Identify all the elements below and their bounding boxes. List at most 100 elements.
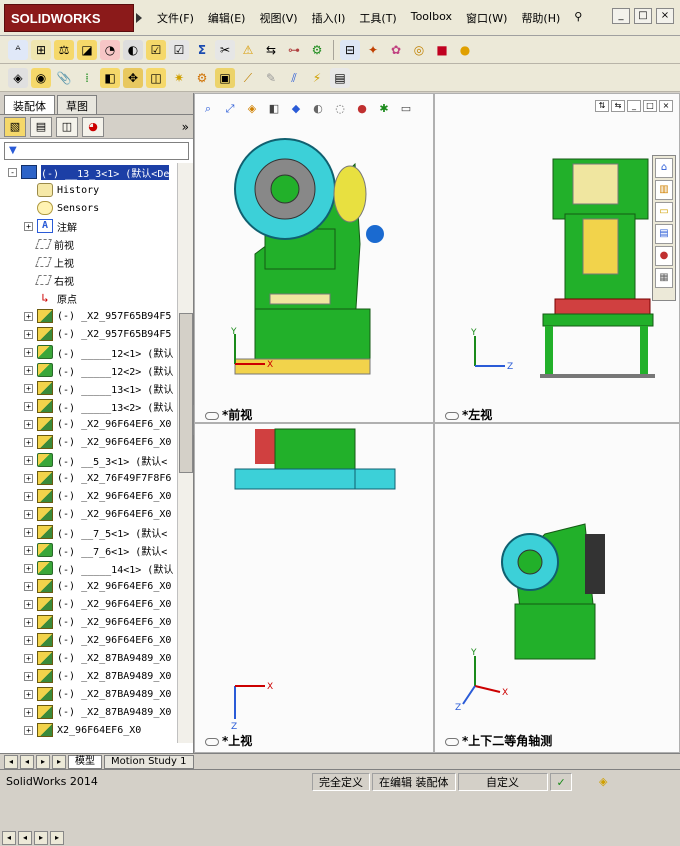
- tab-sketch[interactable]: 草图: [57, 95, 97, 114]
- expand-icon[interactable]: +: [24, 329, 33, 339]
- minimize-button[interactable]: _: [612, 8, 630, 24]
- viewport-front[interactable]: ⌕ ⤢ ◈ ◧ ◆ ◐ ◌ ● ✱ ▭ Y X *前视: [194, 93, 434, 423]
- warning-icon[interactable]: ⚠: [238, 40, 258, 60]
- tree-item[interactable]: + (-) _X2_96F64EF6_X0: [0, 595, 178, 613]
- tree-item[interactable]: + (-) _X2_957F65B94F5: [0, 325, 178, 343]
- menu-tools[interactable]: 工具(T): [352, 8, 403, 28]
- interference-icon[interactable]: ✂: [215, 39, 235, 60]
- check-icon[interactable]: ☑: [146, 39, 166, 60]
- menu-insert[interactable]: 插入(I): [305, 8, 353, 28]
- tree-item[interactable]: + (-) _X2_87BA9489_X0: [0, 649, 178, 667]
- mass-properties-icon[interactable]: ⚖: [54, 39, 74, 60]
- tab-motion-study[interactable]: Motion Study 1: [104, 754, 194, 769]
- expand-icon[interactable]: +: [24, 221, 33, 231]
- tab-scroll-prev-icon[interactable]: ◂: [20, 754, 34, 769]
- expand-icon[interactable]: +: [24, 617, 33, 627]
- property-manager-icon[interactable]: ▤: [30, 116, 52, 137]
- scroll-prev-icon[interactable]: ◂: [18, 831, 32, 845]
- tree-item[interactable]: + (-) _X2_957F65B94F5: [0, 307, 178, 325]
- gauge-icon[interactable]: ◔: [100, 39, 120, 60]
- tree-item[interactable]: 右视: [0, 271, 178, 289]
- expand-icon[interactable]: +: [24, 311, 33, 321]
- tree-item[interactable]: + (-) _X2_96F64EF6_X0: [0, 415, 178, 433]
- clearance-icon[interactable]: ⇆: [261, 40, 281, 60]
- pin-icon[interactable]: ⚲: [567, 8, 589, 28]
- expand-icon[interactable]: +: [24, 581, 33, 591]
- tree-item[interactable]: + (-) _X2_87BA9489_X0: [0, 667, 178, 685]
- tree-item[interactable]: + (-) _____13<2> (默认: [0, 397, 178, 415]
- compare-icon[interactable]: ⚙: [307, 40, 327, 60]
- snapshot-icon[interactable]: ▤: [330, 67, 350, 88]
- speedpak-icon[interactable]: ⚡: [307, 68, 327, 88]
- tab-scroll-last-icon[interactable]: ▸: [52, 754, 66, 769]
- tree-item[interactable]: + X2_96F64EF6_X0: [0, 721, 178, 739]
- expand-icon[interactable]: +: [24, 491, 33, 501]
- tree-item[interactable]: + (-) _____13<1> (默认: [0, 379, 178, 397]
- tree-item[interactable]: + (-) _X2_96F64EF6_X0: [0, 613, 178, 631]
- move-component-icon[interactable]: ✥: [123, 67, 143, 88]
- tree-item[interactable]: Sensors: [0, 199, 178, 217]
- tree-item[interactable]: + (-) _____14<1> (默认: [0, 559, 178, 577]
- menu-window[interactable]: 窗口(W): [459, 8, 514, 28]
- feature-works-icon[interactable]: ✦: [363, 40, 383, 60]
- tree-vertical-scrollbar[interactable]: [177, 163, 193, 743]
- measure-icon[interactable]: ⊞: [31, 39, 51, 60]
- tree-item[interactable]: - (-) __13_3<1> (默认<De: [0, 163, 178, 181]
- expand-icon[interactable]: +: [24, 599, 33, 609]
- tree-item[interactable]: + (-) _X2_96F64EF6_X0: [0, 433, 178, 451]
- expand-icon[interactable]: +: [24, 365, 33, 375]
- expand-icon[interactable]: +: [24, 473, 33, 483]
- spell-check-icon[interactable]: ᴬ: [8, 39, 28, 60]
- costing-icon[interactable]: ◎: [409, 40, 429, 60]
- viewport-iso[interactable]: Y X Z *上下二等角轴测: [434, 423, 680, 753]
- tab-scroll-next-icon[interactable]: ▸: [36, 754, 50, 769]
- tab-scroll-first-icon[interactable]: ◂: [4, 754, 18, 769]
- status-custom[interactable]: 自定义: [457, 772, 548, 791]
- expand-icon[interactable]: +: [24, 689, 33, 699]
- hole-align-icon[interactable]: ⊶: [284, 40, 304, 60]
- expand-icon[interactable]: +: [24, 437, 33, 447]
- tree-item[interactable]: + (-) _____12<1> (默认: [0, 343, 178, 361]
- viewport-top[interactable]: Z X *上视: [194, 423, 434, 753]
- import-diagnostics-icon[interactable]: ⊟: [340, 39, 360, 60]
- section-properties-icon[interactable]: ◪: [77, 39, 97, 60]
- check-disabled-icon[interactable]: ☑: [169, 39, 189, 60]
- insert-component-icon[interactable]: ◈: [8, 67, 28, 88]
- expand-icon[interactable]: +: [24, 419, 33, 429]
- expand-icon[interactable]: +: [24, 347, 33, 357]
- component-pattern-icon[interactable]: ⁞: [77, 68, 97, 88]
- tree-item[interactable]: + (-) _____12<2> (默认: [0, 361, 178, 379]
- menu-edit[interactable]: 编辑(E): [201, 8, 253, 28]
- appearances-icon[interactable]: ●: [655, 246, 673, 266]
- tree-item[interactable]: + (-) _X2_76F49F7F8F6: [0, 469, 178, 487]
- file-explorer-icon[interactable]: ▭: [655, 202, 673, 222]
- tree-item[interactable]: 上视: [0, 253, 178, 271]
- feature-manager-icon[interactable]: ▧: [4, 116, 26, 137]
- expand-icon[interactable]: +: [24, 563, 33, 573]
- tree-item[interactable]: + (-) _X2_96F64EF6_X0: [0, 487, 178, 505]
- design-library-icon[interactable]: ▥: [655, 180, 673, 200]
- scroll-next-icon[interactable]: ▸: [34, 831, 48, 845]
- appearance-icon[interactable]: ●: [455, 40, 475, 60]
- expand-icon[interactable]: +: [24, 725, 33, 735]
- expand-icon[interactable]: +: [24, 653, 33, 663]
- scroll-first-icon[interactable]: ◂: [2, 831, 16, 845]
- assembly-features-icon[interactable]: ▣: [215, 67, 235, 88]
- tree-item[interactable]: 前视: [0, 235, 178, 253]
- expand-icon[interactable]: +: [24, 383, 33, 393]
- logo-expand-arrow-icon[interactable]: [136, 13, 142, 23]
- smart-fasteners-icon[interactable]: ◧: [100, 67, 120, 88]
- restore-button[interactable]: □: [634, 8, 652, 24]
- tab-model[interactable]: 模型: [68, 754, 102, 769]
- tag-icon[interactable]: ◈: [574, 773, 614, 791]
- tree-item[interactable]: + A 注解: [0, 217, 178, 235]
- expand-icon[interactable]: +: [24, 455, 33, 465]
- display-manager-icon[interactable]: ◕: [82, 116, 104, 137]
- graphics-area[interactable]: ⌕ ⤢ ◈ ◧ ◆ ◐ ◌ ● ✱ ▭ Y X *前视 ⇅ ⇆ _ □ × Y …: [194, 93, 680, 753]
- view-palette-icon[interactable]: ▤: [655, 224, 673, 244]
- expand-icon[interactable]: +: [24, 671, 33, 681]
- paperclip-icon[interactable]: 📎: [54, 68, 74, 88]
- new-motion-study-icon[interactable]: ✎: [261, 68, 281, 88]
- link-views-icon[interactable]: [445, 737, 459, 746]
- instant3d-icon[interactable]: ⫽: [284, 68, 304, 88]
